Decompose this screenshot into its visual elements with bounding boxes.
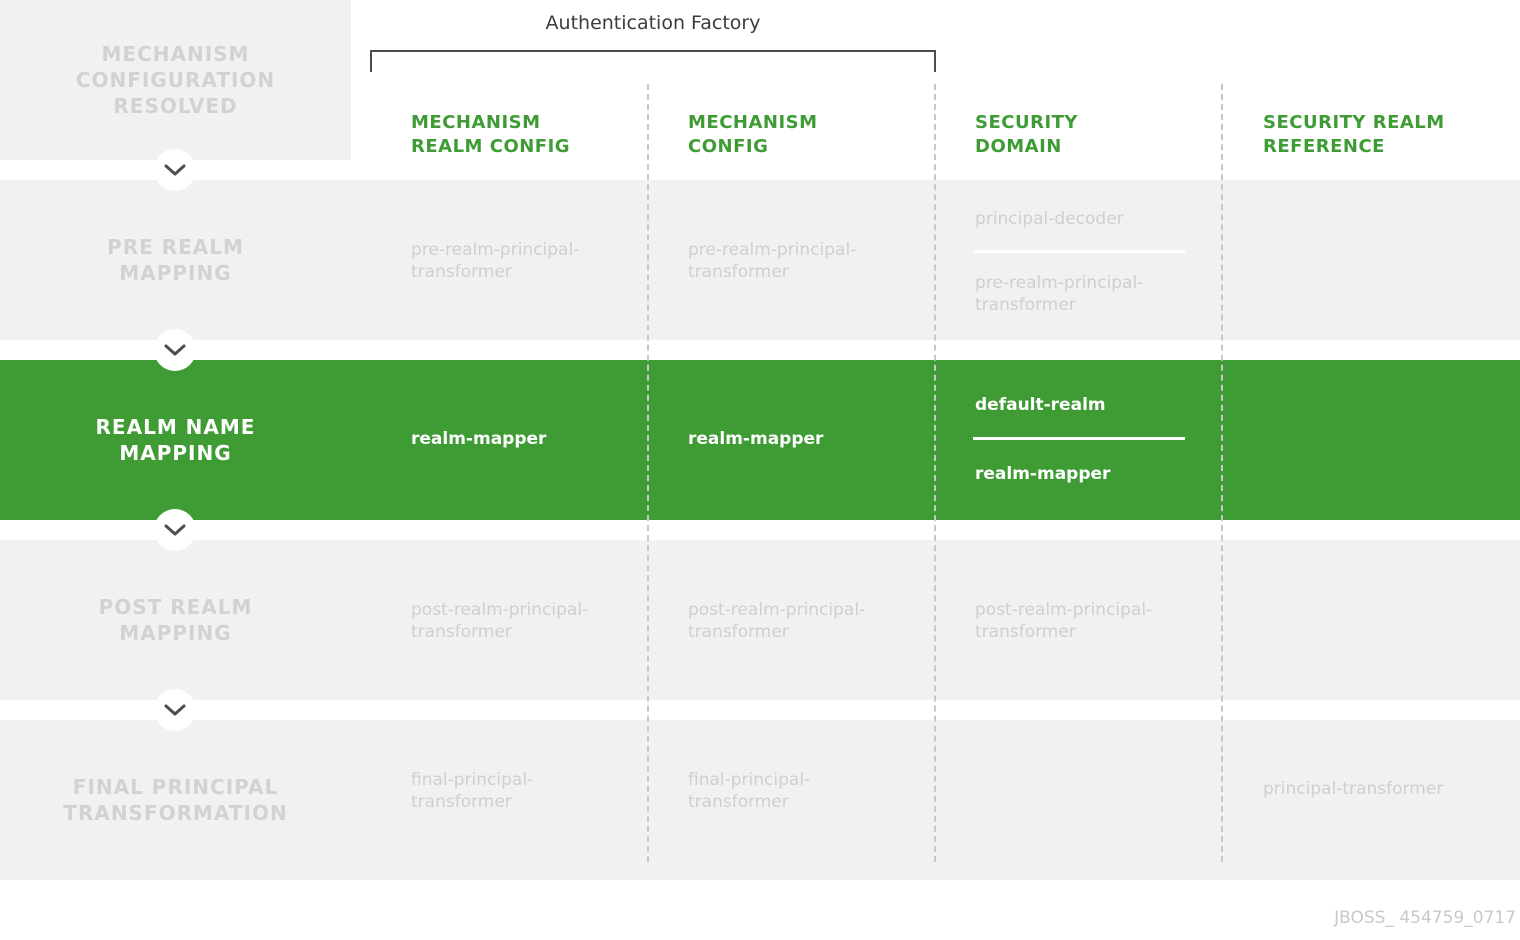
cell-final-mechanism-realm: final-principal- transformer (411, 770, 534, 812)
cell-pre-realm-domain-decoder: principal-decoder (975, 209, 1124, 229)
cell-final-mechanism: final-principal- transformer (688, 770, 811, 812)
chevron-down-icon (154, 149, 196, 191)
cell-post-realm-domain: post-realm-principal- transformer (975, 600, 1153, 642)
column-header-mechanism-realm-config: MECHANISM REALM CONFIG (411, 112, 571, 157)
cell-realm-name-mechanism: realm-mapper (688, 429, 824, 449)
cell-realm-name-domain-default: default-realm (975, 395, 1106, 415)
cell-post-realm-mechanism: post-realm-principal- transformer (688, 600, 866, 642)
authentication-factory-bracket (370, 50, 936, 72)
cell-pre-realm-mechanism-realm: pre-realm-principal- transformer (411, 240, 580, 282)
cell-realm-name-mechanism-realm: realm-mapper (411, 429, 547, 449)
cell-final-realm-reference: principal-transformer (1263, 779, 1444, 799)
stage-label-resolved: MECHANISM CONFIGURATION RESOLVED (75, 42, 276, 118)
cell-realm-name-domain-mapper: realm-mapper (975, 464, 1111, 484)
column-header-security-realm-reference: SECURITY REALM REFERENCE (1263, 112, 1445, 157)
chevron-down-icon (154, 689, 196, 731)
stage-label-post-realm: POST REALM MAPPING (98, 595, 253, 645)
cell-post-realm-mechanism-realm: post-realm-principal- transformer (411, 600, 589, 642)
chevron-down-icon (154, 509, 196, 551)
chevron-down-icon (154, 329, 196, 371)
authentication-factory-label: Authentication Factory (545, 12, 761, 34)
diagram-id: JBOSS_ 454759_0717 (1334, 908, 1516, 928)
column-header-security-domain: SECURITY DOMAIN (975, 112, 1078, 157)
cell-pre-realm-domain-transformer: pre-realm-principal- transformer (975, 273, 1144, 315)
column-divider (647, 84, 649, 862)
cell-separator (973, 250, 1185, 253)
stage-label-pre-realm: PRE REALM MAPPING (107, 235, 244, 285)
cell-separator (973, 437, 1185, 440)
column-divider (1221, 84, 1223, 862)
stage-label-realm-name: REALM NAME MAPPING (95, 415, 256, 465)
cell-pre-realm-mechanism: pre-realm-principal- transformer (688, 240, 857, 282)
column-divider (934, 84, 936, 862)
stage-label-final: FINAL PRINCIPAL TRANSFORMATION (63, 775, 288, 825)
column-header-mechanism-config: MECHANISM CONFIG (688, 112, 818, 157)
